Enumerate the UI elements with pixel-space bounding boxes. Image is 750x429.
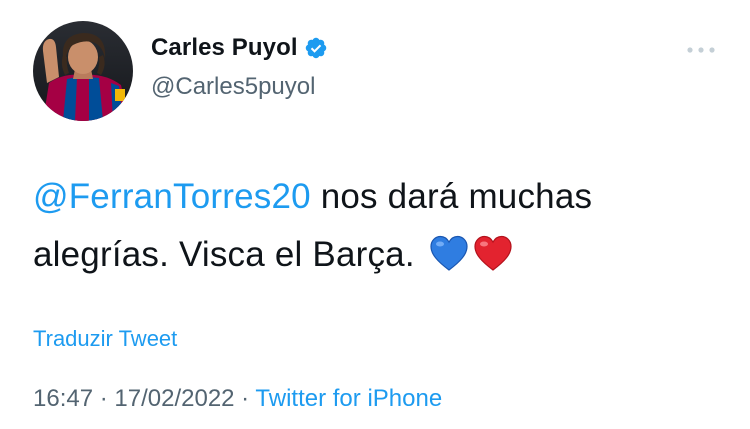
translate-tweet-link[interactable]: Traduzir Tweet (33, 326, 177, 352)
mention-link[interactable]: @FerranTorres20 (33, 177, 311, 216)
blue-heart-icon (429, 234, 469, 274)
tweet-meta: 16:47 · 17/02/2022 · Twitter for iPhone (33, 385, 442, 413)
author-name-row: Carles Puyol (151, 34, 328, 62)
meta-separator: · (234, 385, 256, 412)
display-name[interactable]: Carles Puyol (151, 34, 298, 62)
tweet-source-link[interactable]: Twitter for iPhone (255, 385, 442, 412)
meta-separator: · (93, 385, 115, 412)
author-handle[interactable]: @Carles5puyol (151, 73, 315, 101)
tweet-card: Carles Puyol @Carles5puyol @FerranTorres… (0, 0, 750, 429)
red-heart-icon (473, 234, 513, 274)
tweet-date[interactable]: 17/02/2022 (114, 385, 234, 412)
tweet-time[interactable]: 16:47 (33, 385, 93, 412)
verified-badge-icon (304, 36, 328, 60)
avatar-image (33, 21, 133, 121)
avatar[interactable] (33, 21, 133, 121)
tweet-text: @FerranTorres20 nos dará muchas alegrías… (33, 168, 723, 284)
more-options-icon[interactable] (685, 42, 717, 58)
